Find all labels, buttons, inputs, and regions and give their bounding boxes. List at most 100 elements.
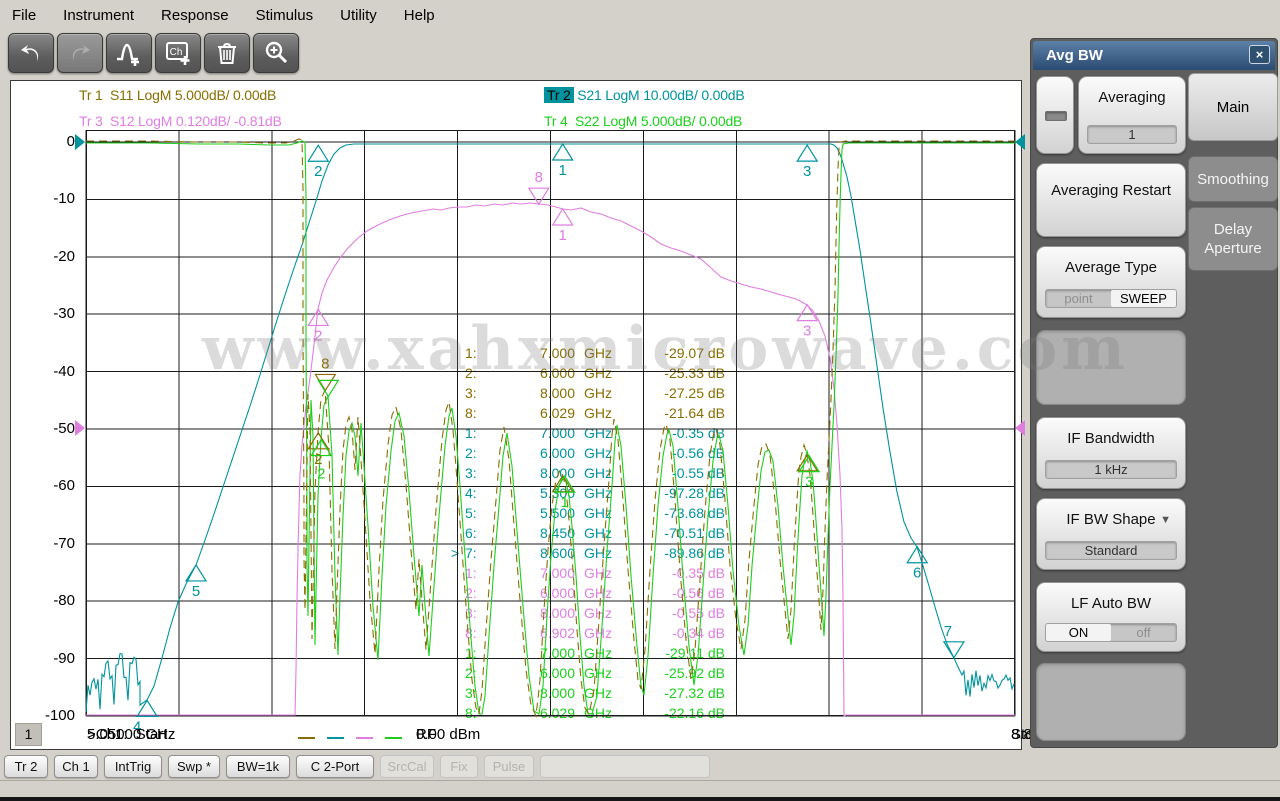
ref-arrow-right-s12 (1015, 420, 1025, 436)
average-type-sweep[interactable]: SWEEP (1111, 290, 1176, 307)
marker-1-label: 1 (561, 494, 569, 511)
legend-dash-tr2 (327, 737, 344, 739)
average-type-toggle[interactable]: point SWEEP (1045, 289, 1177, 308)
chevron-down-icon: ▼ (1160, 514, 1171, 526)
status-button-inttrig[interactable]: IntTrig (104, 754, 162, 778)
close-icon[interactable]: × (1249, 45, 1270, 64)
avg-bw-panel: Avg BW × Averaging 1 Averaging Restart A… (1030, 38, 1278, 748)
lf-auto-bw-label: LF Auto BW (1070, 595, 1152, 612)
stimulus-row: >Ch1: Start 5.05000 GHz RF 0.00 dBm Stop… (87, 726, 1099, 743)
y-axis-tick-label: 0 (66, 133, 75, 150)
trace-label-tr2[interactable]: Tr 2 S21 LogM 10.00dB/ 0.00dB (544, 87, 745, 103)
undo-button[interactable] (8, 33, 54, 73)
averaging-value: 1 (1087, 125, 1177, 144)
plot-area[interactable]: 12 3456712 3882213 (75, 130, 1025, 735)
marker-3-triangle (796, 144, 819, 162)
ref-arrow-right-s21 (1015, 134, 1025, 150)
status-button-c-2-port[interactable]: C 2-Port (296, 754, 374, 778)
trace-label-tr4[interactable]: Tr 4 S22 LogM 5.000dB/ 0.00dB (544, 113, 742, 129)
tab-delay-aperture[interactable]: Delay Aperture (1188, 207, 1278, 271)
status-button-srccal: SrcCal (380, 754, 434, 778)
menu-response[interactable]: Response (161, 7, 229, 24)
marker-3-label: 3 (805, 474, 813, 491)
marker-1-triangle (551, 207, 574, 226)
marker-8-triangle (317, 379, 340, 398)
trace-label-tr1[interactable]: Tr 1 S11 LogM 5.000dB/ 0.00dB (79, 87, 276, 103)
status-button-swp-[interactable]: Swp * (168, 754, 220, 778)
y-axis-tick-label: -40 (53, 362, 75, 380)
if-bandwidth-value: 1 kHz (1045, 460, 1177, 479)
trace-params: S12 LogM 0.120dB/ -0.81dB (109, 113, 282, 129)
marker-1-triangle (551, 142, 574, 161)
status-button-bw-1k[interactable]: BW=1k (226, 754, 290, 778)
marker-8-triangle (314, 373, 337, 392)
channel-window: Tr 1 S11 LogM 5.000dB/ 0.00dB Tr 2 S21 L… (10, 80, 1099, 750)
zoom-button[interactable] (253, 33, 299, 73)
marker-8-triangle (527, 187, 550, 206)
y-axis-tick-label: -90 (53, 649, 75, 667)
marker-7-label: 7 (944, 623, 952, 640)
trace-id: Tr 1 (79, 87, 103, 103)
marker-5-label: 5 (192, 583, 200, 600)
averaging-restart-button[interactable]: Averaging Restart (1036, 163, 1186, 237)
toolbar: Ch (8, 33, 299, 73)
redo-button[interactable] (57, 33, 103, 73)
marker-8-label: 8 (535, 169, 543, 186)
marker-2-label: 2 (314, 163, 322, 180)
legend-dash-tr4 (385, 737, 402, 739)
ref-arrow-left-s12 (75, 420, 85, 436)
status-button-tr-2[interactable]: Tr 2 (4, 754, 48, 778)
marker-3-label: 3 (803, 323, 811, 340)
trace-label-tr3[interactable]: Tr 3 S12 LogM 0.120dB/ -0.81dB (79, 113, 282, 129)
if-bw-shape-button[interactable]: IF BW Shape ▼ Standard (1036, 498, 1186, 570)
tab-main[interactable]: Main (1188, 73, 1278, 141)
blank-button-1 (1036, 330, 1186, 405)
if-bandwidth-label: IF Bandwidth (1067, 430, 1155, 447)
menu-help[interactable]: Help (404, 7, 435, 24)
averaging-toggle-button[interactable] (1036, 76, 1074, 154)
add-trace-icon (117, 43, 139, 66)
status-button-ch-1[interactable]: Ch 1 (54, 754, 98, 778)
if-bw-shape-value: Standard (1045, 541, 1177, 560)
trash-icon (218, 42, 236, 64)
svg-text:Ch: Ch (170, 47, 183, 58)
y-axis-tick-label: -70 (53, 534, 75, 552)
marker-1-label: 1 (559, 162, 567, 179)
average-type-button[interactable]: Average Type point SWEEP (1036, 246, 1186, 318)
trace-id: Tr 3 (79, 113, 103, 129)
menu-utility[interactable]: Utility (340, 7, 377, 24)
lf-auto-bw-toggle[interactable]: ON off (1045, 623, 1177, 642)
averaging-label: Averaging (1098, 89, 1166, 106)
menu-stimulus[interactable]: Stimulus (256, 7, 314, 24)
marker-2-label: 2 (314, 327, 322, 344)
marker-8-label: 8 (321, 355, 329, 372)
marker-2-triangle (307, 144, 330, 162)
status-button-blank (540, 754, 710, 778)
trace-params: S22 LogM 5.000dB/ 0.00dB (574, 113, 743, 129)
status-button-pulse: Pulse (484, 754, 534, 778)
add-trace-button[interactable] (106, 33, 152, 73)
average-type-point[interactable]: point (1046, 290, 1111, 307)
legend-dash-tr3 (356, 737, 373, 739)
tab-smoothing[interactable]: Smoothing (1188, 156, 1278, 202)
lf-auto-bw-on[interactable]: ON (1046, 624, 1111, 641)
blank-button-2 (1036, 663, 1186, 741)
marker-6-label: 6 (913, 565, 921, 582)
status-bar: Tr 2 Ch 1 IntTrig Swp * BW=1k C 2-Port SrcCal F… (0, 753, 1024, 779)
trace-params: S11 LogM 5.000dB/ 0.00dB (109, 87, 277, 103)
averaging-button[interactable]: Averaging 1 (1078, 76, 1186, 154)
averaging-led (1045, 111, 1067, 121)
lf-auto-bw-button[interactable]: LF Auto BW ON off (1036, 582, 1186, 652)
y-axis-tick-label: -50 (53, 420, 75, 437)
add-channel-button[interactable]: Ch (155, 33, 201, 73)
menu-instrument[interactable]: Instrument (63, 7, 134, 24)
trace-id-selected: Tr 2 (544, 87, 574, 103)
delete-button[interactable] (204, 33, 250, 73)
panel-title[interactable]: Avg BW (1033, 41, 1275, 70)
if-bandwidth-button[interactable]: IF Bandwidth 1 kHz (1036, 417, 1186, 489)
menu-file[interactable]: File (12, 7, 36, 24)
zoom-icon (265, 41, 288, 64)
add-channel-icon: Ch (166, 42, 190, 65)
lf-auto-bw-off[interactable]: off (1111, 624, 1176, 641)
redo-icon (72, 45, 90, 61)
